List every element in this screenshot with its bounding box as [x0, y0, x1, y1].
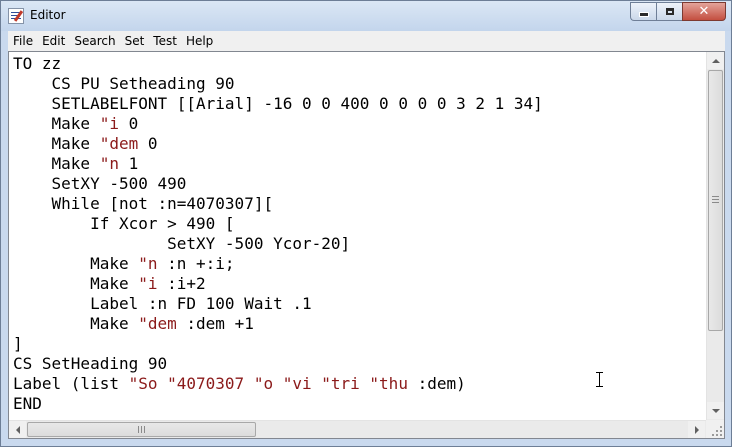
code-line: SetXY -500 Ycor-20]: [13, 234, 706, 254]
code-text: 0: [138, 134, 158, 153]
code-line: Make "dem 0: [13, 134, 706, 154]
quoted-word: "n: [138, 254, 158, 273]
quoted-word: "i: [138, 274, 158, 293]
close-icon: ✕: [698, 4, 710, 19]
quoted-word: "dem: [138, 314, 177, 333]
window-title: Editor: [30, 8, 66, 22]
code-text: Make: [51, 114, 100, 133]
code-text: While [not :n=4070307][: [51, 194, 274, 213]
arrow-up-icon: [711, 58, 720, 63]
code-text: :n +:i;: [157, 254, 235, 273]
code-text: END: [13, 394, 42, 413]
arrow-right-icon: [694, 425, 699, 434]
scroll-down-button[interactable]: [707, 402, 724, 419]
code-line: Make "i :i+2: [13, 274, 706, 294]
maximize-button[interactable]: [656, 2, 682, 21]
code-text: If Xcor > 490 [: [90, 214, 235, 233]
code-text: :i+2: [157, 274, 206, 293]
code-line: CS PU Setheading 90: [13, 74, 706, 94]
code-text: Make: [90, 254, 139, 273]
close-button[interactable]: ✕: [682, 2, 726, 21]
i-beam-cursor-icon: [596, 372, 603, 387]
scroll-up-button[interactable]: [707, 52, 724, 69]
code-text: TO zz: [13, 54, 62, 73]
code-text: SETLABELFONT [[Arial] -16 0 0 400 0 0 0 …: [51, 94, 543, 113]
code-text: SetXY -500 490: [51, 174, 187, 193]
code-line: Label :n FD 100 Wait .1: [13, 294, 706, 314]
editor-window: Editor ✕ File Edit Search Set Test Help TO zz…: [0, 0, 732, 447]
scrollbar-corner: [706, 420, 724, 438]
code-line: Make "i 0: [13, 114, 706, 134]
code-line: If Xcor > 490 [: [13, 214, 706, 234]
code-line: Make "dem :dem +1: [13, 314, 706, 334]
code-text: 1: [118, 154, 139, 173]
code-text: SetXY -500 Ycor-20]: [167, 234, 351, 253]
maximize-icon: [665, 8, 674, 15]
editor-client-area: TO zz CS PU Setheading 90 SETLABELFONT […: [8, 51, 725, 439]
quoted-word: "n: [99, 154, 119, 173]
menu-bar: File Edit Search Set Test Help: [8, 31, 725, 51]
scroll-left-button[interactable]: [9, 421, 26, 438]
menu-file[interactable]: File: [8, 31, 37, 51]
code-text: Make: [90, 314, 139, 333]
code-text: Label :n FD 100 Wait .1: [90, 294, 312, 313]
vertical-scrollbar[interactable]: [706, 52, 724, 420]
code-text: Make: [90, 274, 139, 293]
code-line: TO zz: [13, 54, 706, 74]
code-text: Make: [51, 154, 100, 173]
horizontal-scroll-thumb[interactable]: [27, 422, 256, 437]
quoted-word: "dem: [99, 134, 139, 153]
minimize-button[interactable]: [630, 2, 656, 21]
code-line: While [not :n=4070307][: [13, 194, 706, 214]
code-text-area[interactable]: TO zz CS PU Setheading 90 SETLABELFONT […: [9, 52, 706, 420]
code-line: SetXY -500 490: [13, 174, 706, 194]
caption-buttons: ✕: [630, 2, 726, 21]
menu-test[interactable]: Test: [148, 31, 181, 51]
code-text: :dem): [407, 374, 466, 393]
code-line: END: [13, 394, 706, 414]
menu-set[interactable]: Set: [120, 31, 149, 51]
code-line: CS SetHeading 90: [13, 354, 706, 374]
minimize-icon: [638, 12, 649, 17]
code-line: Make "n :n +:i;: [13, 254, 706, 274]
code-text: CS PU Setheading 90: [51, 74, 235, 93]
quoted-word: "So "4070307 "o "vi "tri "thu: [128, 374, 408, 393]
code-line: SETLABELFONT [[Arial] -16 0 0 400 0 0 0 …: [13, 94, 706, 114]
quoted-word: "i: [99, 114, 119, 133]
horizontal-scrollbar[interactable]: [9, 420, 706, 438]
code-text: ]: [13, 334, 23, 353]
menu-edit[interactable]: Edit: [37, 31, 69, 51]
code-text: Make: [51, 134, 100, 153]
arrow-down-icon: [711, 408, 720, 413]
code-line: Make "n 1: [13, 154, 706, 174]
menu-search[interactable]: Search: [69, 31, 119, 51]
code-text: CS SetHeading 90: [13, 354, 168, 373]
code-text: 0: [118, 114, 139, 133]
scroll-right-button[interactable]: [688, 421, 705, 438]
size-grip-icon[interactable]: [712, 426, 722, 436]
editor-app-icon[interactable]: [8, 8, 24, 24]
code-text: Label (list: [13, 374, 129, 393]
arrow-left-icon: [15, 425, 20, 434]
menu-help[interactable]: Help: [181, 31, 217, 51]
code-line: ]: [13, 334, 706, 354]
title-bar[interactable]: Editor ✕: [1, 1, 731, 31]
code-text: :dem +1: [176, 314, 254, 333]
vertical-scroll-thumb[interactable]: [708, 70, 723, 331]
